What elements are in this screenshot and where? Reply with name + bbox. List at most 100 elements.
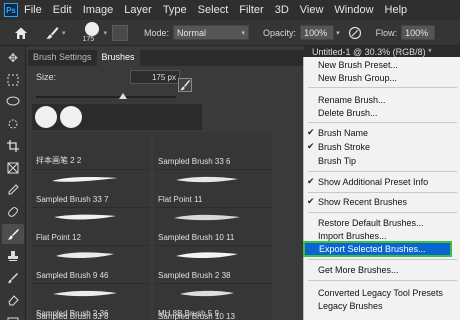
menu-show-additional-preset-info[interactable]: ✔ Show Additional Preset Info bbox=[304, 176, 460, 188]
menu-3d[interactable]: 3D bbox=[275, 4, 289, 16]
menu-separator bbox=[308, 171, 457, 172]
menu-converted-legacy-tool-presets[interactable]: Converted Legacy Tool Presets bbox=[304, 287, 460, 299]
document-title: Untitled-1 @ 30.3% (RGB/8) * bbox=[312, 47, 432, 57]
menu-restore-default-brushes[interactable]: Restore Default Brushes... bbox=[304, 217, 460, 229]
brush-cell[interactable]: Sampled Brush 33 7 bbox=[32, 170, 150, 208]
brush-name: Flat Point 12 bbox=[36, 233, 81, 242]
menu-brush-stroke[interactable]: ✔ Brush Stroke bbox=[304, 141, 460, 153]
brush-cell[interactable]: Sampled Brush 10 11 bbox=[154, 208, 272, 246]
menu-filter[interactable]: Filter bbox=[239, 4, 263, 16]
menu-image[interactable]: Image bbox=[83, 4, 114, 16]
brush-preset-picker[interactable]: 175 bbox=[80, 21, 104, 45]
size-slider-thumb[interactable] bbox=[119, 93, 127, 99]
brush-settings-panel-icon[interactable] bbox=[178, 78, 192, 92]
menu-item-label: Export Selected Brushes... bbox=[319, 244, 426, 254]
brush-name: Flat Point 11 bbox=[158, 195, 203, 204]
brush-name: Sampled Brush 9 46 bbox=[36, 271, 109, 280]
options-bar: ▾ 175 ▾ Mode: Normal ▾ Opacity: 100% ▾ F… bbox=[0, 20, 460, 46]
healing-brush-tool-icon[interactable] bbox=[2, 202, 24, 222]
brush-cell-partial[interactable]: Sampled Brush 33 8 bbox=[32, 312, 150, 320]
menu-item-label: Show Recent Brushes bbox=[318, 197, 408, 207]
menu-item-label: Restore Default Brushes... bbox=[318, 218, 424, 228]
frame-tool-icon[interactable] bbox=[2, 158, 24, 178]
menu-edit[interactable]: Edit bbox=[53, 4, 72, 16]
menu-legacy-brushes[interactable]: Legacy Brushes bbox=[304, 300, 460, 312]
size-label: Size: bbox=[36, 72, 57, 82]
gradient-tool-icon[interactable] bbox=[2, 312, 24, 320]
menu-get-more-brushes[interactable]: Get More Brushes... bbox=[304, 264, 460, 276]
brush-stroke-preview bbox=[176, 252, 238, 259]
brush-cell[interactable]: Flat Point 12 bbox=[32, 208, 150, 246]
menu-new-brush-group[interactable]: New Brush Group... bbox=[304, 72, 460, 84]
flow-field[interactable]: 100% bbox=[401, 25, 436, 40]
menu-type[interactable]: Type bbox=[163, 4, 187, 16]
menu-separator bbox=[308, 280, 457, 281]
brush-name: Sampled Brush 33 7 bbox=[36, 195, 109, 204]
menu-item-label: Delete Brush... bbox=[318, 108, 378, 118]
brush-cell[interactable]: 拌本画笔 2 2 bbox=[32, 132, 150, 170]
move-tool-icon[interactable]: ✥ bbox=[2, 48, 24, 68]
menu-brush-name[interactable]: ✔ Brush Name bbox=[304, 127, 460, 139]
brush-tool-preset-icon[interactable] bbox=[44, 25, 60, 41]
pressure-opacity-icon[interactable] bbox=[348, 26, 362, 40]
tab-brushes[interactable]: Brushes bbox=[96, 50, 140, 66]
size-value: 175 px bbox=[151, 72, 176, 82]
brush-cell-partial[interactable]: Sampled Brush 10 13 bbox=[154, 312, 272, 320]
menu-item-label: Show Additional Preset Info bbox=[318, 177, 429, 187]
marquee-tool-icon[interactable] bbox=[2, 70, 24, 90]
checkmark-icon: ✔ bbox=[307, 141, 315, 151]
brush-name: Sampled Brush 2 38 bbox=[158, 271, 231, 280]
tools-panel: ✥ bbox=[0, 46, 26, 320]
opacity-field[interactable]: 100% bbox=[300, 25, 335, 40]
preset-dropdown-arrow-icon[interactable]: ▾ bbox=[62, 29, 66, 37]
brushes-panel: Brush Settings Brushes Size: 175 px 拌本画笔… bbox=[28, 50, 304, 320]
eyedropper-tool-icon[interactable] bbox=[2, 180, 24, 200]
panel-tabs: Brush Settings Brushes bbox=[28, 50, 304, 66]
menu-file[interactable]: File bbox=[24, 4, 42, 16]
brush-name: 拌本画笔 2 2 bbox=[36, 156, 82, 165]
size-input[interactable]: 175 px bbox=[130, 70, 180, 84]
brush-cell[interactable]: Sampled Brush 2 38 bbox=[154, 246, 272, 284]
menu-help[interactable]: Help bbox=[385, 4, 408, 16]
menu-show-recent-brushes[interactable]: ✔ Show Recent Brushes bbox=[304, 196, 460, 208]
quick-select-tool-icon[interactable] bbox=[2, 114, 24, 134]
menu-delete-brush[interactable]: Delete Brush... bbox=[304, 107, 460, 119]
menu-layer[interactable]: Layer bbox=[124, 4, 152, 16]
flow-value: 100% bbox=[405, 27, 429, 38]
opacity-dropdown-icon[interactable]: ▾ bbox=[336, 29, 340, 37]
recent-tip-1[interactable] bbox=[35, 106, 57, 128]
brush-tip-preview bbox=[84, 21, 99, 36]
menu-rename-brush[interactable]: Rename Brush... bbox=[304, 94, 460, 106]
menu-item-label: Rename Brush... bbox=[318, 95, 386, 105]
mode-select[interactable]: Normal ▾ bbox=[173, 25, 250, 40]
brush-name: Sampled Brush 33 6 bbox=[158, 157, 231, 166]
menu-new-brush-preset[interactable]: New Brush Preset... bbox=[304, 59, 460, 71]
menu-export-selected-brushes[interactable]: Export Selected Brushes... bbox=[303, 241, 452, 257]
brush-cell[interactable]: Flat Point 11 bbox=[154, 170, 272, 208]
menu-select[interactable]: Select bbox=[198, 4, 229, 16]
size-slider[interactable] bbox=[36, 93, 176, 99]
brush-cell[interactable]: Sampled Brush 33 6 bbox=[154, 132, 272, 170]
menu-view[interactable]: View bbox=[300, 4, 324, 16]
menu-import-brushes[interactable]: Import Brushes... bbox=[304, 230, 460, 242]
crop-tool-icon[interactable] bbox=[2, 136, 24, 156]
menu-brush-tip[interactable]: Brush Tip bbox=[304, 155, 460, 167]
menu-window[interactable]: Window bbox=[334, 4, 373, 16]
eraser-tool-icon[interactable] bbox=[2, 290, 24, 310]
menu-item-label: Converted Legacy Tool Presets bbox=[318, 288, 443, 298]
brush-size-readout: 175 bbox=[82, 35, 95, 43]
home-icon[interactable] bbox=[14, 26, 28, 40]
history-brush-tool-icon[interactable] bbox=[2, 268, 24, 288]
brush-cell[interactable]: Sampled Brush 9 46 bbox=[32, 246, 150, 284]
recent-tip-2[interactable] bbox=[60, 106, 82, 128]
brush-name: Sampled Brush 33 8 bbox=[36, 312, 109, 320]
brush-tool-icon[interactable] bbox=[2, 224, 24, 244]
brush-stroke-preview bbox=[54, 214, 116, 220]
lasso-tool-icon[interactable] bbox=[2, 92, 24, 112]
tab-brush-settings[interactable]: Brush Settings bbox=[28, 50, 97, 66]
clone-stamp-tool-icon[interactable] bbox=[2, 246, 24, 266]
brushes-panel-menu: New Brush Preset... New Brush Group... R… bbox=[303, 57, 460, 320]
brush-picker-arrow-icon[interactable]: ▾ bbox=[104, 29, 108, 37]
brush-settings-toggle[interactable] bbox=[112, 24, 129, 41]
mode-dropdown-icon: ▾ bbox=[241, 29, 246, 37]
